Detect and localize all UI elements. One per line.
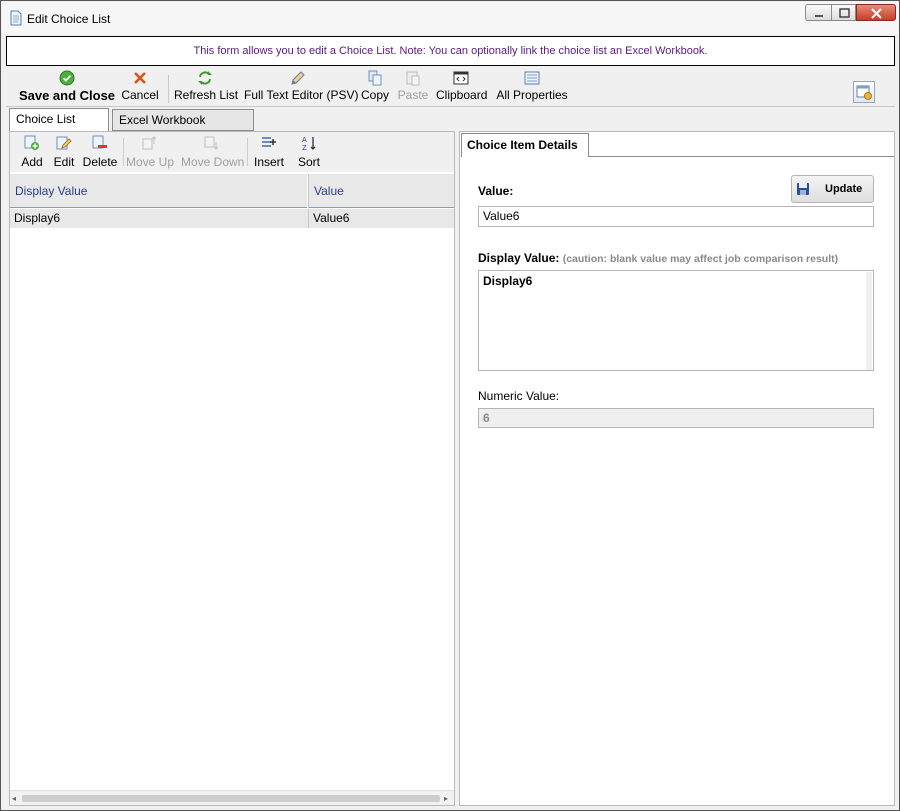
cancel-button[interactable]: Cancel — [120, 67, 160, 107]
edit-item-button[interactable]: Edit — [50, 132, 78, 172]
add-item-button[interactable]: Add — [16, 132, 48, 172]
full-text-editor-label: Full Text Editor (PSV) — [244, 88, 359, 102]
column-header-value[interactable]: Value — [308, 174, 454, 208]
update-button[interactable]: Update — [791, 175, 874, 203]
pencil-icon — [291, 71, 305, 85]
info-message: This form allows you to edit a Choice Li… — [6, 36, 895, 66]
table-row[interactable]: Display6 Value6 — [10, 209, 454, 228]
list-toolbar-separator — [247, 138, 248, 166]
add-label: Add — [21, 155, 43, 169]
save-disk-icon — [797, 183, 809, 195]
update-label: Update — [825, 183, 863, 195]
insert-row-icon — [262, 137, 276, 147]
main-toolbar: Save and Close Cancel Refresh List Full … — [6, 67, 895, 107]
maximize-icon — [839, 8, 850, 18]
list-toolbar-separator — [123, 138, 124, 166]
insert-item-button[interactable]: Insert — [251, 132, 287, 172]
code-window-icon — [453, 71, 469, 85]
move-up-label: Move Up — [126, 155, 175, 169]
window-title: Edit Choice List — [27, 12, 111, 26]
form-settings-icon — [856, 85, 872, 100]
document-icon — [10, 10, 22, 26]
display-value-label: Display Value: (caution: blank value may… — [478, 251, 838, 265]
minimize-icon — [815, 15, 823, 17]
clipboard-label: Clipboard — [436, 88, 488, 102]
refresh-list-label: Refresh List — [174, 88, 239, 102]
insert-label: Insert — [253, 155, 284, 169]
close-button[interactable] — [856, 4, 896, 21]
numeric-value-input[interactable]: 6 — [478, 408, 874, 428]
title-bar: Edit Choice List — [2, 2, 898, 34]
scroll-left-arrow-icon[interactable]: ◂ — [12, 794, 20, 803]
grid-header: Display Value Value — [10, 174, 454, 208]
value-input[interactable]: Value6 — [478, 206, 874, 227]
copy-button[interactable]: Copy — [358, 67, 392, 107]
cell-display-value[interactable]: Display6 — [10, 209, 308, 228]
numeric-value-label: Numeric Value: — [478, 389, 560, 403]
all-properties-button[interactable]: All Properties — [494, 67, 570, 107]
paste-icon — [406, 71, 420, 86]
cell-value[interactable]: Value6 — [308, 209, 454, 228]
tab-underline — [589, 156, 894, 157]
paste-button[interactable]: Paste — [396, 67, 430, 107]
toolbar-separator — [168, 75, 169, 103]
copy-label: Copy — [360, 88, 389, 102]
maximize-button[interactable] — [831, 4, 856, 21]
scroll-thumb[interactable] — [22, 795, 440, 802]
move-up-icon — [142, 136, 157, 150]
move-up-button[interactable]: Move Up — [126, 132, 175, 172]
edit-icon — [56, 136, 72, 150]
clipboard-button[interactable]: Clipboard — [436, 67, 488, 107]
refresh-list-button[interactable]: Refresh List — [174, 67, 239, 107]
delete-label: Delete — [82, 155, 118, 169]
cancel-label: Cancel — [121, 88, 159, 102]
x-icon — [134, 72, 146, 84]
full-text-editor-button[interactable]: Full Text Editor (PSV) — [244, 67, 359, 107]
sort-az-icon: AZ — [302, 136, 316, 151]
tab-excel-workbook-settings[interactable]: Excel Workbook Settings — [112, 109, 254, 148]
edit-label: Edit — [53, 155, 75, 169]
copy-icon — [368, 70, 382, 86]
tab-choice-list-items[interactable]: Choice List Items — [9, 108, 109, 147]
horizontal-scrollbar[interactable]: ◂ ▸ — [10, 790, 454, 805]
choice-list-items-panel: Add Edit Delete Move Up Move Down Insert… — [9, 131, 455, 806]
paste-label: Paste — [397, 88, 429, 102]
display-value-text: Display6 — [483, 274, 533, 288]
minimize-button[interactable] — [805, 4, 831, 21]
display-value-textarea[interactable]: Display6 — [478, 270, 874, 371]
left-tab-strip: Choice List Items Excel Workbook Setting… — [6, 108, 453, 148]
add-row-icon — [24, 135, 39, 150]
delete-item-button[interactable]: Delete — [82, 132, 118, 172]
save-and-close-label: Save and Close — [18, 88, 116, 103]
all-properties-label: All Properties — [496, 88, 568, 102]
choice-item-details-panel: Choice Item Details Value: Update Value6… — [459, 131, 895, 806]
display-value-caution: (caution: blank value may affect job com… — [562, 253, 839, 265]
sort-label: Sort — [297, 155, 320, 169]
svg-text:Z: Z — [302, 144, 307, 151]
list-toolbar: Add Edit Delete Move Up Move Down Insert… — [10, 132, 454, 172]
sort-button[interactable]: AZ Sort — [294, 132, 324, 172]
value-label: Value: — [478, 184, 514, 198]
scroll-right-arrow-icon[interactable]: ▸ — [444, 794, 452, 803]
refresh-icon — [198, 71, 212, 85]
tab-choice-item-details[interactable]: Choice Item Details — [461, 133, 589, 157]
move-down-icon — [204, 136, 219, 150]
textarea-scrollbar[interactable] — [866, 272, 872, 370]
edit-choice-list-window: Edit Choice List This form allows you to… — [0, 0, 900, 811]
close-icon — [871, 8, 882, 19]
column-header-display-value[interactable]: Display Value — [10, 174, 308, 208]
display-value-label-text: Display Value: — [478, 251, 560, 265]
move-down-button[interactable]: Move Down — [181, 132, 245, 172]
save-and-close-button[interactable]: Save and Close — [16, 67, 118, 107]
check-circle-icon — [59, 70, 75, 86]
delete-row-icon — [92, 135, 107, 149]
svg-text:A: A — [302, 136, 307, 144]
move-down-label: Move Down — [181, 155, 245, 169]
form-settings-button[interactable] — [853, 81, 875, 103]
properties-icon — [524, 71, 540, 85]
